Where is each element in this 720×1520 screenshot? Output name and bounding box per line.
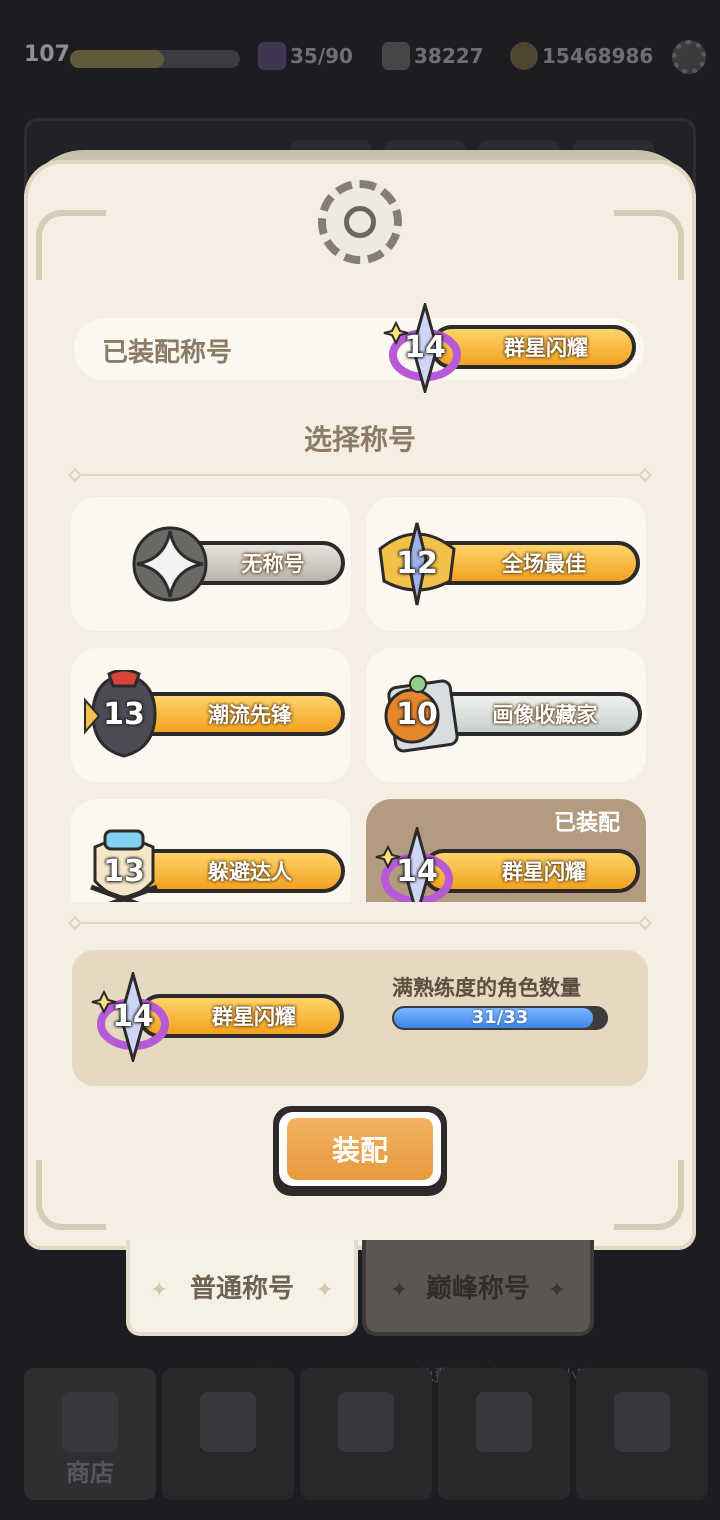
top-resource-bar: 107 35/90 38227 15468986 bbox=[0, 30, 720, 86]
title-badge: 躲避达人 13 bbox=[81, 827, 345, 902]
title-level: 13 bbox=[103, 697, 145, 732]
player-level: 107 bbox=[24, 42, 70, 67]
gem-icon bbox=[382, 42, 410, 70]
gem-counter: 38227 bbox=[382, 42, 484, 70]
tab-ornament-icon: ✦ bbox=[315, 1278, 334, 1303]
settings-gear-icon[interactable] bbox=[672, 40, 706, 74]
mastery-progress-text: 31/33 bbox=[471, 1007, 529, 1028]
nav-weapon[interactable] bbox=[162, 1368, 294, 1500]
xp-bar bbox=[70, 50, 240, 68]
title-badge: 潮流先锋 13 bbox=[81, 670, 345, 760]
weapon-icon bbox=[200, 1392, 256, 1452]
tab-peak-titles[interactable]: ✦ 巅峰称号 ✦ bbox=[362, 1240, 594, 1336]
nav-temple[interactable] bbox=[576, 1368, 708, 1500]
lightning-icon bbox=[258, 42, 286, 70]
xp-fill bbox=[70, 50, 164, 68]
divider bbox=[67, 467, 653, 483]
title-card-portrait[interactable]: 画像收藏家 10 bbox=[366, 648, 646, 782]
energy-counter: 35/90 bbox=[258, 42, 353, 70]
gold-counter: 15468986 bbox=[510, 42, 653, 70]
title-level: 14 bbox=[112, 999, 154, 1034]
temple-icon bbox=[614, 1392, 670, 1452]
nav-talent[interactable] bbox=[438, 1368, 570, 1500]
title-card-trend[interactable]: 潮流先锋 13 bbox=[71, 648, 351, 782]
energy-value: 35/90 bbox=[290, 44, 353, 68]
detail-title-badge: 群星闪耀 14 bbox=[90, 972, 344, 1062]
tab-normal-titles[interactable]: ✦ 普通称号 ✦ bbox=[126, 1240, 358, 1336]
divider bbox=[67, 915, 653, 931]
equip-button-label: 装配 bbox=[287, 1118, 433, 1180]
mastery-label: 满熟练度的角色数量 bbox=[392, 976, 581, 1000]
equip-button[interactable]: 装配 bbox=[273, 1106, 447, 1196]
title-level: 13 bbox=[103, 854, 145, 889]
title-badge: 群星闪耀 14 bbox=[374, 827, 640, 902]
corner-ornament bbox=[614, 210, 684, 280]
nav-character[interactable] bbox=[300, 1368, 432, 1500]
title-badge: 画像收藏家 10 bbox=[374, 670, 642, 760]
equipped-title-label: 已装配称号 bbox=[102, 338, 233, 368]
title-level: 10 bbox=[396, 697, 438, 732]
gold-value: 15468986 bbox=[542, 44, 654, 68]
title-level: 14 bbox=[404, 330, 446, 365]
gold-coin-icon bbox=[510, 42, 538, 70]
title-card-best[interactable]: 全场最佳 12 bbox=[366, 497, 646, 631]
title-badge: 无称号 bbox=[127, 519, 345, 609]
bottom-nav: 商店 bbox=[24, 1368, 708, 1500]
corner-ornament bbox=[36, 210, 106, 280]
title-card-stars[interactable]: 已装配 群星闪耀 14 bbox=[366, 799, 646, 902]
select-title-heading: 选择称号 bbox=[303, 423, 416, 456]
four-point-star-icon bbox=[132, 526, 208, 602]
title-card-none[interactable]: 无称号 bbox=[71, 497, 351, 631]
character-icon bbox=[338, 1392, 394, 1452]
title-badge: 全场最佳 12 bbox=[374, 519, 640, 609]
title-list[interactable]: 无称号 全场最佳 12 潮流先锋 13 画像收藏家 10 躲避达人 13 已装配 群星闪… bbox=[60, 492, 660, 902]
gem-value: 38227 bbox=[414, 44, 484, 68]
talent-icon bbox=[476, 1392, 532, 1452]
title-level: 12 bbox=[396, 546, 438, 581]
gear-emblem-icon bbox=[318, 180, 402, 264]
corner-ornament bbox=[614, 1160, 684, 1230]
tab-ornament-icon: ✦ bbox=[547, 1278, 566, 1303]
corner-ornament bbox=[36, 1160, 106, 1230]
shop-icon bbox=[62, 1392, 118, 1452]
equipped-title-badge: 群星闪耀 14 bbox=[382, 303, 636, 393]
title-level: 14 bbox=[396, 854, 438, 889]
nav-shop[interactable]: 商店 bbox=[24, 1368, 156, 1500]
nav-shop-label: 商店 bbox=[66, 1459, 114, 1487]
title-card-dodge[interactable]: 躲避达人 13 bbox=[71, 799, 351, 902]
